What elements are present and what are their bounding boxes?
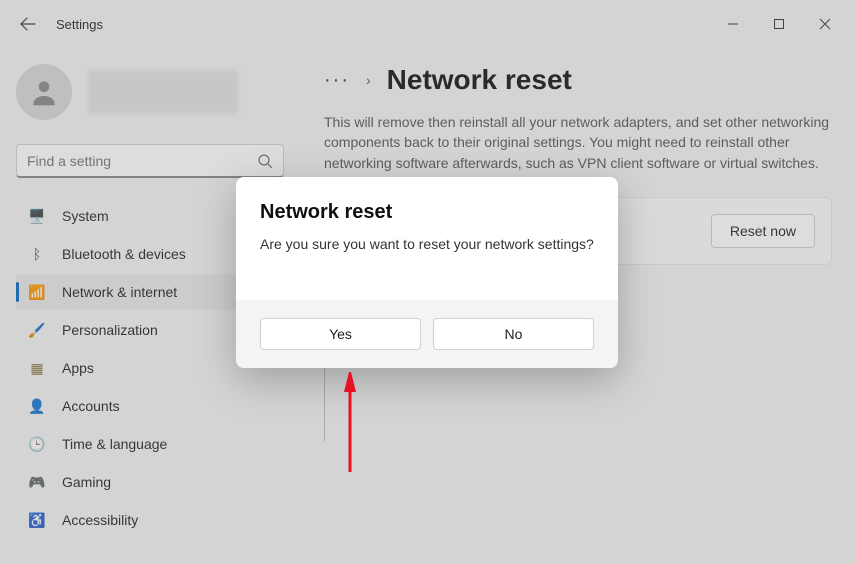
yes-button[interactable]: Yes	[260, 318, 421, 350]
dialog-actions: Yes No	[236, 300, 618, 368]
dialog-message: Are you sure you want to reset your netw…	[260, 236, 594, 252]
dialog-title: Network reset	[260, 201, 594, 224]
no-button[interactable]: No	[433, 318, 594, 350]
confirm-dialog: Network reset Are you sure you want to r…	[236, 177, 618, 368]
